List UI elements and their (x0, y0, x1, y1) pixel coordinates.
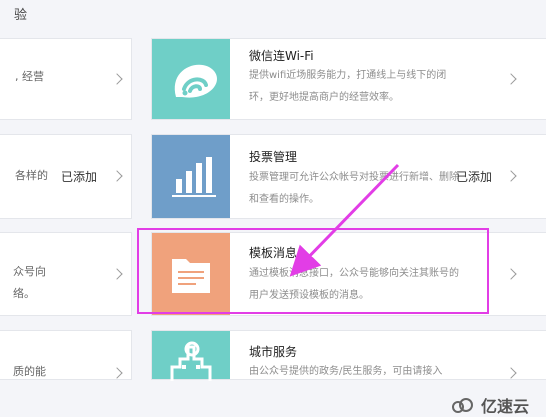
cloud-logo-icon (452, 398, 473, 413)
watermark-text: 亿速云 (481, 397, 530, 416)
annotation-arrow (289, 163, 400, 277)
watermark: 亿速云 (450, 393, 529, 417)
